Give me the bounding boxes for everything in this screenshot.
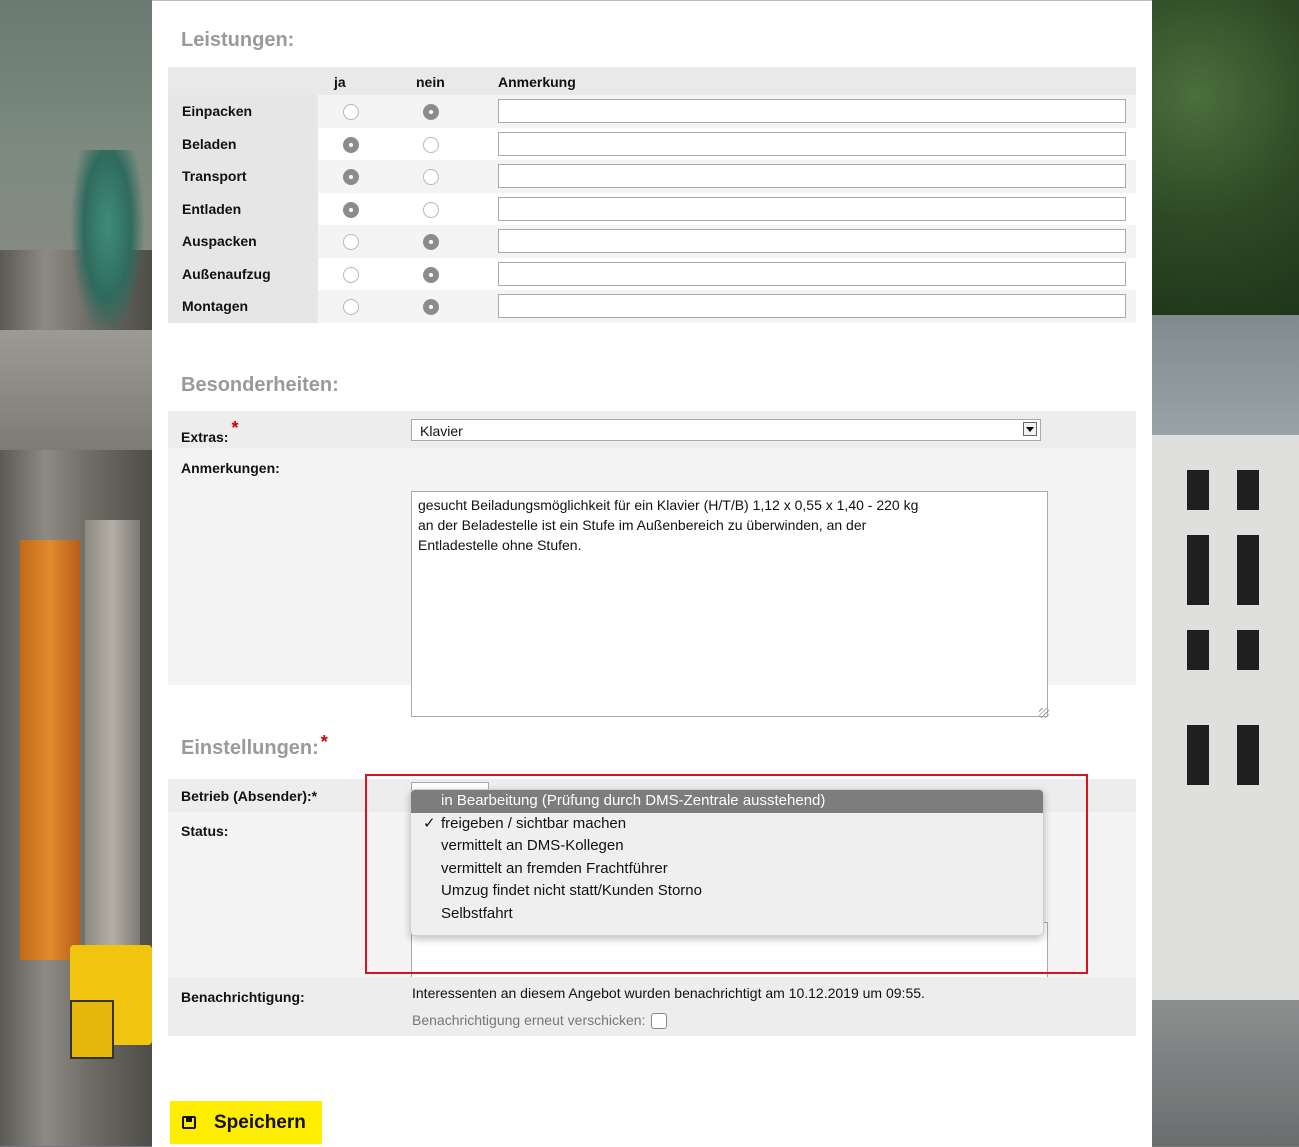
resize-handle-icon[interactable] bbox=[1039, 708, 1049, 718]
radio-nein[interactable] bbox=[423, 136, 439, 153]
leistungen-row: Auspacken bbox=[168, 225, 1136, 258]
leistungen-row-label: Transport bbox=[182, 168, 247, 184]
radio-ja[interactable] bbox=[343, 299, 359, 315]
leistungen-row-label: Außenaufzug bbox=[182, 265, 271, 282]
radio-nein[interactable] bbox=[423, 299, 439, 315]
status-option[interactable]: in Bearbeitung (Prüfung durch DMS-Zentra… bbox=[411, 790, 1043, 813]
anmerkung-input[interactable] bbox=[498, 261, 1126, 286]
radio-ja[interactable] bbox=[343, 104, 359, 120]
status-option-label: freigeben / sichtbar machen bbox=[441, 814, 627, 832]
form-page: Leistungen: ja nein Anmerkung Einpacken B… bbox=[152, 0, 1152, 1147]
leistungen-row: Entladen bbox=[168, 192, 1136, 225]
leistungen-row-label: Montagen bbox=[182, 298, 249, 314]
save-button[interactable]: Speichern bbox=[170, 1101, 322, 1144]
resend-row: Benachrichtigung erneut verschicken: bbox=[412, 1012, 668, 1030]
radio-ja[interactable] bbox=[343, 201, 359, 218]
anmerkung-input[interactable] bbox=[498, 196, 1126, 221]
leistungen-row: Außenaufzug bbox=[168, 257, 1136, 290]
betrieb-label: Betrieb (Absender):* bbox=[181, 788, 318, 804]
leistungen-row-label: Einpacken bbox=[182, 103, 253, 119]
chevron-down-icon bbox=[1023, 422, 1037, 436]
col-header-ja: ja bbox=[334, 74, 346, 90]
anmerkung-input[interactable] bbox=[498, 229, 1126, 253]
status-dropdown-menu: in Bearbeitung (Prüfung durch DMS-Zentra… bbox=[410, 789, 1044, 936]
radio-nein[interactable] bbox=[423, 104, 439, 120]
status-option[interactable]: Selbstfahrt bbox=[411, 903, 1043, 926]
extras-select-value: Klavier bbox=[420, 423, 463, 439]
radio-ja[interactable] bbox=[343, 169, 359, 185]
status-option[interactable]: Umzug findet nicht statt/Kunden Storno bbox=[411, 880, 1043, 903]
radio-ja[interactable] bbox=[343, 136, 359, 153]
status-option-label: in Bearbeitung (Prüfung durch DMS-Zentra… bbox=[441, 792, 826, 809]
anmerkung-input[interactable] bbox=[498, 164, 1126, 188]
section-title-leistungen: Leistungen: bbox=[181, 29, 295, 51]
status-option-label: vermittelt an DMS-Kollegen bbox=[441, 837, 624, 854]
leistungen-table: ja nein Anmerkung Einpacken Beladen Transp… bbox=[168, 67, 1136, 323]
status-option-label: vermittelt an fremden Frachtführer bbox=[441, 859, 668, 877]
benachrichtigung-label: Benachrichtigung: bbox=[181, 989, 305, 1005]
resend-checkbox[interactable] bbox=[651, 1013, 668, 1030]
extras-label: Extras: * bbox=[181, 418, 239, 445]
leistungen-row: Einpacken bbox=[168, 95, 1136, 128]
radio-ja[interactable] bbox=[343, 266, 359, 283]
anmerkung-input[interactable] bbox=[498, 131, 1126, 156]
besonderheiten-panel: Extras: * Klavier Anmerkungen: gesucht Be… bbox=[168, 411, 1136, 718]
leistungen-row-label: Beladen bbox=[182, 135, 237, 152]
resend-label: Benachrichtigung erneut verschicken: bbox=[412, 1012, 646, 1028]
background-photo-right bbox=[1152, 0, 1299, 1146]
leistungen-row-label: Auspacken bbox=[182, 233, 257, 249]
leistungen-row: Beladen bbox=[168, 127, 1136, 160]
col-header-anmerkung: Anmerkung bbox=[498, 74, 576, 90]
anmerkungen-label: Anmerkungen: bbox=[181, 460, 280, 476]
leistungen-row: Transport bbox=[168, 160, 1136, 193]
radio-nein[interactable] bbox=[423, 234, 439, 250]
background-photo-left bbox=[0, 0, 152, 1146]
floppy-disk-icon bbox=[182, 1116, 196, 1129]
checkmark-icon: ✓ bbox=[423, 814, 436, 832]
col-header-nein: nein bbox=[416, 74, 445, 90]
radio-ja[interactable] bbox=[343, 234, 359, 250]
status-label: Status: bbox=[181, 823, 229, 839]
status-option-label: Selbstfahrt bbox=[441, 904, 513, 922]
status-option-label: Umzug findet nicht statt/Kunden Storno bbox=[441, 882, 702, 899]
anmerkung-input[interactable] bbox=[498, 99, 1126, 123]
radio-nein[interactable] bbox=[423, 169, 439, 185]
status-option[interactable]: ✓ freigeben / sichtbar machen bbox=[411, 813, 1043, 836]
status-option[interactable]: vermittelt an fremden Frachtführer bbox=[411, 858, 1043, 881]
anmerkung-input[interactable] bbox=[498, 294, 1126, 318]
anmerkungen-textarea[interactable]: gesucht Beiladungsmöglichkeit für ein Kl… bbox=[411, 491, 1048, 717]
radio-nein[interactable] bbox=[423, 201, 439, 218]
leistungen-table-header: ja nein Anmerkung bbox=[168, 67, 1136, 95]
benachrichtigung-info: Interessenten an diesem Angebot wurden b… bbox=[412, 985, 925, 1001]
extras-select[interactable]: Klavier bbox=[411, 419, 1041, 441]
section-title-besonderheiten: Besonderheiten: bbox=[181, 374, 339, 396]
radio-nein[interactable] bbox=[423, 266, 439, 283]
leistungen-row: Montagen bbox=[168, 290, 1136, 323]
section-title-einstellungen: Einstellungen: * bbox=[181, 732, 328, 759]
save-button-label: Speichern bbox=[214, 1112, 306, 1133]
leistungen-row-label: Entladen bbox=[182, 200, 242, 217]
status-option[interactable]: vermittelt an DMS-Kollegen bbox=[411, 835, 1043, 858]
